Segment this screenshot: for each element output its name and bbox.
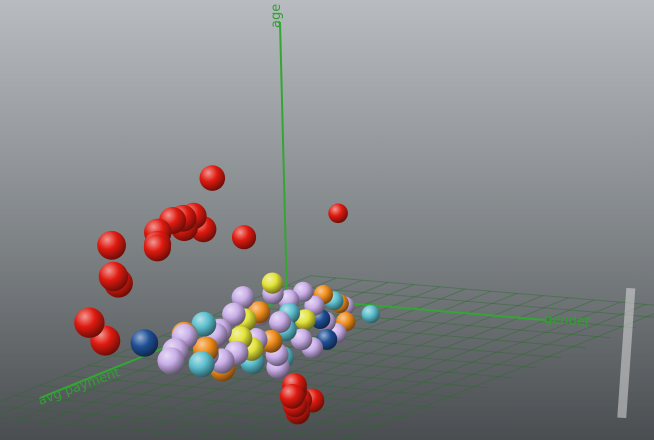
y-axis-label: gender: [544, 312, 591, 329]
data-point: [361, 305, 380, 324]
data-point: [130, 329, 159, 357]
data-point: [157, 347, 185, 375]
data-point: [269, 311, 291, 333]
data-point: [143, 234, 171, 262]
scatter-3d-plot: age gender avg payment: [0, 0, 654, 440]
data-point: [328, 203, 348, 224]
data-point: [199, 165, 226, 191]
data-point: [231, 225, 257, 250]
data-point: [97, 230, 126, 260]
data-point: [188, 351, 215, 378]
data-point: [98, 261, 129, 292]
data-point: [279, 383, 305, 409]
z-axis-label: age: [269, 4, 284, 28]
data-point: [74, 307, 105, 338]
data-point: [261, 272, 283, 294]
